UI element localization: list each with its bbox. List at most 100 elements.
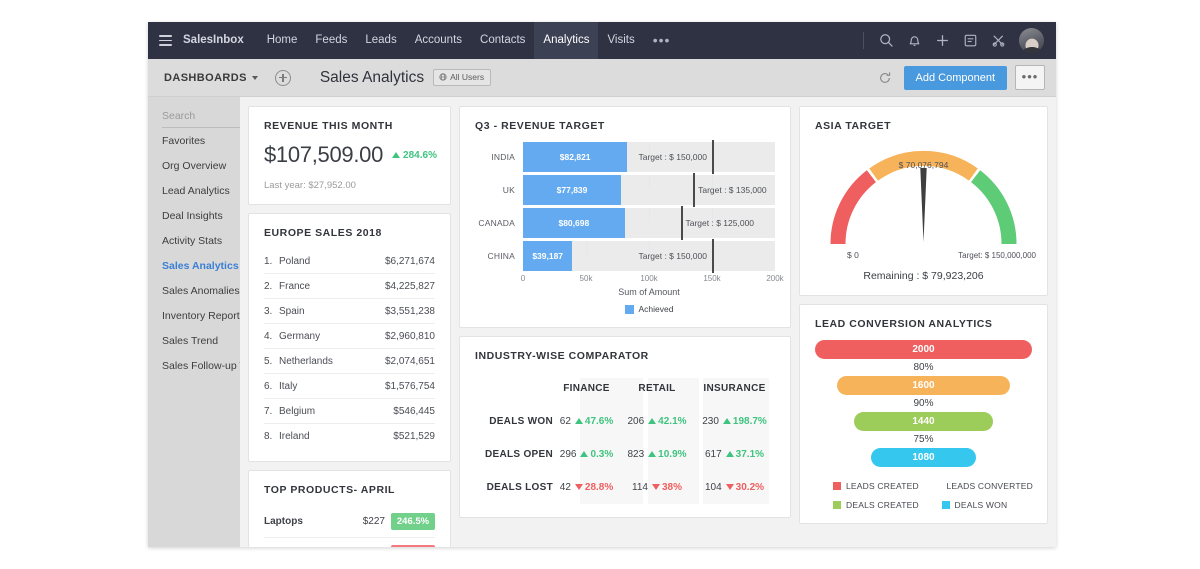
cell-count: 206 <box>627 416 645 427</box>
list-item-rank: 3. <box>264 305 273 317</box>
list-item[interactable]: 7. Belgium $546,445 <box>264 399 435 424</box>
q3-card-title: Q3 - REVENUE TARGET <box>475 120 605 132</box>
sharing-badge[interactable]: All Users <box>433 69 492 86</box>
revenue-delta-value: 284.6% <box>403 149 437 161</box>
revenue-card-title: REVENUE THIS MONTH <box>264 120 393 132</box>
sidebar-item-sales-trend[interactable]: Sales Trend <box>148 328 240 353</box>
list-item-rank: 5. <box>264 355 273 367</box>
cell-count: 823 <box>627 449 645 460</box>
table-row[interactable]: Laptops $227 246.5% <box>264 506 435 538</box>
product-growth-badge: 97.8% <box>391 545 435 547</box>
scissors-icon[interactable] <box>991 33 1006 48</box>
product-growth-badge: 246.5% <box>391 513 435 530</box>
list-item[interactable]: 8. Ireland $521,529 <box>264 424 435 448</box>
sidebar-item-deal-insights[interactable]: Deal Insights <box>148 203 240 228</box>
bar-fill[interactable]: $80,698 <box>523 208 625 238</box>
cell-percent: 47.6% <box>584 416 614 427</box>
list-item-name: Netherlands <box>279 355 333 367</box>
bar-category-label: UK <box>502 185 515 195</box>
sharing-badge-label: All Users <box>450 72 485 83</box>
funnel-stage[interactable]: 1080 <box>871 448 976 467</box>
dashboards-label: DASHBOARDS <box>164 71 247 84</box>
add-dashboard-icon[interactable] <box>274 69 291 86</box>
table-row[interactable]: Mobile Phones$16397.8% <box>264 538 435 547</box>
target-label: Target : $ 125,000 <box>685 218 755 228</box>
bar-fill[interactable]: $82,821 <box>523 142 628 172</box>
legend-label: LEADS CREATED <box>846 481 919 491</box>
legend-item: LEADS CREATED <box>815 481 924 491</box>
industry-table-header: FINANCE RETAIL INSURANCE <box>475 372 775 405</box>
sidebar-item-inventory-reports[interactable]: Inventory Reports <box>148 303 240 328</box>
triangle-up-icon <box>725 451 734 458</box>
top-products-list: Laptops $227 246.5% Mobile Phones$16397.8% <box>264 506 435 547</box>
nav-overflow-menu[interactable]: ••• <box>644 22 680 59</box>
sidebar-item-sales-anomalies[interactable]: Sales Anomalies <box>148 278 240 303</box>
funnel-stage[interactable]: 2000 <box>815 340 1032 359</box>
cell-count: 42 <box>559 482 571 493</box>
bar-track: $77,839 Target : $ 135,000 <box>523 173 775 207</box>
list-item[interactable]: 3. Spain $3,551,238 <box>264 299 435 324</box>
sidebar-item-lead-analytics[interactable]: Lead Analytics <box>148 178 240 203</box>
dashboard-more-menu[interactable]: ••• <box>1015 65 1045 90</box>
nav-item-analytics[interactable]: Analytics <box>534 22 599 59</box>
bar-fill[interactable]: $77,839 <box>523 175 622 205</box>
sidebar-item-activity-stats[interactable]: Activity Stats <box>148 228 240 253</box>
nav-item-contacts[interactable]: Contacts <box>471 22 534 59</box>
target-marker <box>712 239 714 273</box>
list-item[interactable]: 4. Germany $2,960,810 <box>264 324 435 349</box>
refresh-icon[interactable] <box>878 71 892 85</box>
asia-target-title: ASIA TARGET <box>815 120 892 132</box>
sidebar-item-sales-analytics[interactable]: Sales Analytics <box>148 253 240 278</box>
list-item-value: $546,445 <box>393 405 435 417</box>
funnel-stage[interactable]: 1600 <box>836 376 1011 395</box>
dashboards-dropdown[interactable]: DASHBOARDS <box>164 72 258 84</box>
legend-label: LEADS CONVERTED <box>946 481 1033 491</box>
lead-conversion-legend: LEADS CREATED LEADS CONVERTED DEALS CREATE… <box>815 481 1033 510</box>
cell-percent: 198.7% <box>732 416 767 427</box>
bar-category-label: INDIA <box>491 152 515 162</box>
nav-item-visits[interactable]: Visits <box>598 22 643 59</box>
funnel-conversion-rate: 75% <box>913 434 934 445</box>
list-item[interactable]: 1. Poland $6,271,674 <box>264 249 435 274</box>
industry-card-title: INDUSTRY-WISE COMPARATOR <box>475 350 649 362</box>
chevron-down-icon <box>251 75 258 80</box>
bar-fill[interactable]: $39,187 <box>523 241 573 271</box>
add-component-button[interactable]: Add Component <box>903 65 1007 90</box>
funnel-conversion-rate: 80% <box>913 362 934 373</box>
list-item[interactable]: 5. Netherlands $2,074,651 <box>264 349 435 374</box>
list-item[interactable]: 2. France $4,225,827 <box>264 274 435 299</box>
bell-icon[interactable] <box>907 33 922 48</box>
bar-chart-row: CANADA $80,698 Target : $ 125,000 <box>475 206 775 240</box>
target-marker <box>712 140 714 174</box>
bar-chart-row: CHINA $39,187 Target : $ 150,000 <box>475 239 775 273</box>
nav-item-accounts[interactable]: Accounts <box>406 22 471 59</box>
bar-category-label: CANADA <box>478 218 515 228</box>
list-item-value: $6,271,674 <box>384 255 435 267</box>
list-item[interactable]: 6. Italy $1,576,754 <box>264 374 435 399</box>
gauge-max-label: Target: $ 150,000,000 <box>958 251 1036 260</box>
nav-item-leads[interactable]: Leads <box>356 22 405 59</box>
cell-percent: 42.1% <box>658 416 687 427</box>
hamburger-menu-icon[interactable] <box>159 35 172 46</box>
table-cell: 206 42.1% <box>620 405 694 438</box>
europe-sales-card: EUROPE SALES 2018 1. Poland $6,271,674 2. Fr… <box>248 213 451 462</box>
industry-header-retail: RETAIL <box>638 383 676 394</box>
bar-value-label: $77,839 <box>556 185 588 195</box>
brand-salesinbox[interactable]: SalesInbox <box>183 22 258 59</box>
bar-value-label: $39,187 <box>532 251 564 261</box>
search-icon[interactable] <box>879 33 894 48</box>
legend-swatch <box>941 501 950 509</box>
sidebar-search-input[interactable] <box>162 108 240 128</box>
page-title: Sales Analytics <box>319 68 425 86</box>
nav-item-feeds[interactable]: Feeds <box>306 22 356 59</box>
sidebar-item-sales-followup[interactable]: Sales Follow-up T <box>148 353 240 378</box>
note-icon[interactable] <box>963 33 978 48</box>
plus-icon[interactable] <box>935 33 950 48</box>
funnel-stage[interactable]: 1440 <box>854 412 993 431</box>
user-avatar[interactable] <box>1019 28 1044 53</box>
nav-item-home[interactable]: Home <box>258 22 307 59</box>
cell-percent: 10.9% <box>658 449 687 460</box>
x-axis-tick: 200k <box>766 274 784 283</box>
sidebar-item-org-overview[interactable]: Org Overview <box>148 153 240 178</box>
sidebar-item-favorites[interactable]: Favorites <box>148 128 240 153</box>
